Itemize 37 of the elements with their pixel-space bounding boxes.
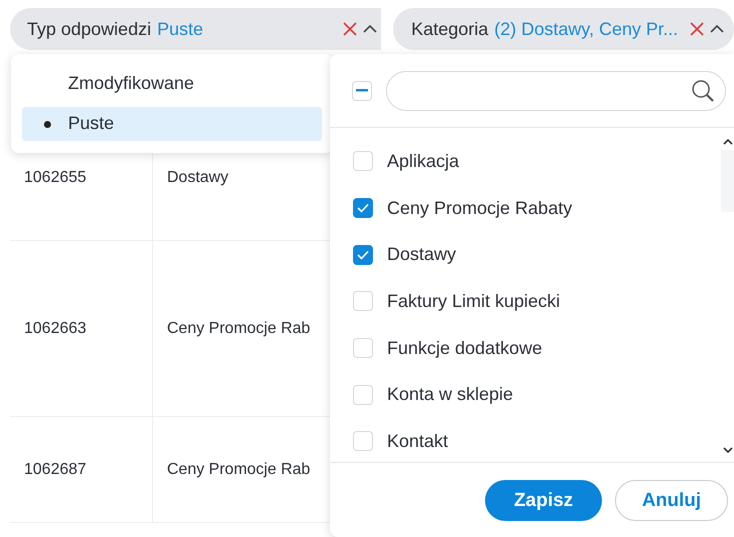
filter-label: Typ odpowiedzi [27,18,152,40]
checkmark-icon [357,203,369,214]
menu-option[interactable]: Puste [22,106,322,141]
option-label: Dostawy [387,244,456,266]
filter-value: (2) Dostawy, Ceny Pr... [494,18,678,40]
chevron-up-icon[interactable] [710,24,724,34]
cell-text: Ceny Promocje Rab [167,320,310,338]
option-label: Faktury Limit kupiecki [387,290,560,312]
chevron-up-icon[interactable] [363,24,378,34]
menu-option[interactable]: Zmodyfikowane [22,66,322,100]
option-label: Ceny Promocje Rabaty [387,198,572,219]
option-label: Funkcje dodatkowe [387,338,542,359]
cancel-button[interactable]: Anuluj [615,480,728,521]
filter-label: Kategoria [411,18,488,40]
cell-text: 1062663 [24,320,86,338]
save-button[interactable]: Zapisz [485,480,602,521]
option-label: Konta w sklepie [387,384,514,406]
cell-text: 1062687 [24,460,86,478]
checkbox[interactable] [353,198,373,218]
cell-text: 1062655 [24,168,86,186]
select-all-checkbox[interactable] [352,80,372,100]
scrollbar-arrows-drawing[interactable] [721,136,734,456]
filter-chip[interactable]: Kategoria (2) Dostawy, Ceny Pr... [393,8,734,50]
checkbox[interactable] [353,244,373,265]
filter-value: Puste [157,18,204,40]
search-field[interactable] [386,70,726,110]
clear-icon[interactable] [343,22,358,36]
option-label: Kontakt [387,430,448,452]
dash-icon [356,89,368,92]
search-icon [691,78,715,102]
checkmark-icon [357,250,369,260]
cell-text: Dostawy [167,168,228,186]
cell-text: Ceny Promocje Rab [167,460,310,478]
bullet-icon [44,120,51,128]
option-label: Aplikacja [387,150,460,172]
clear-icon[interactable] [690,22,704,36]
filter-chip[interactable]: Typ odpowiedzi Puste [10,8,382,50]
